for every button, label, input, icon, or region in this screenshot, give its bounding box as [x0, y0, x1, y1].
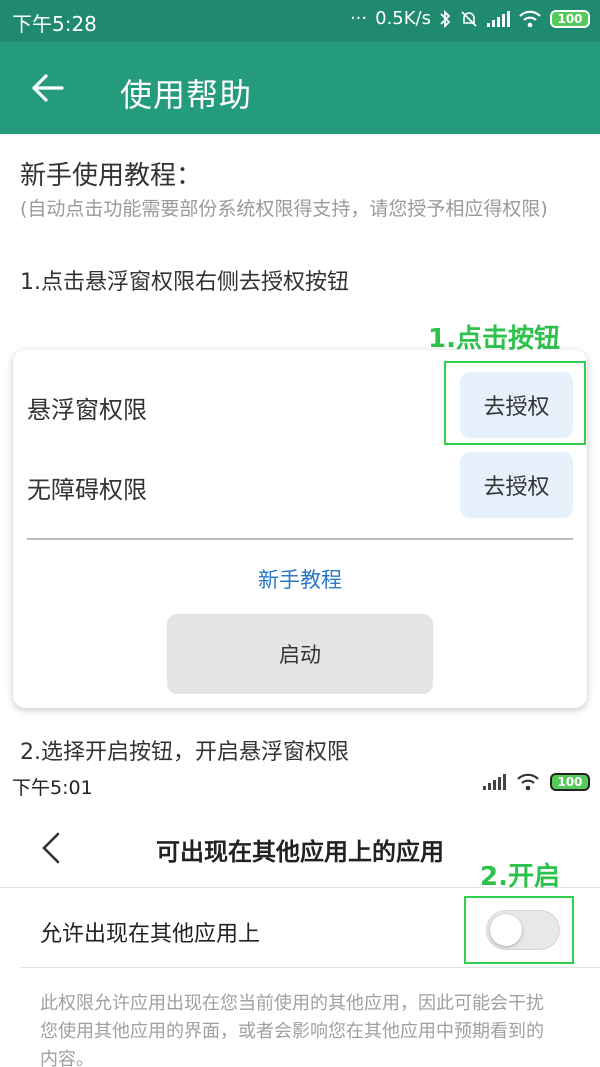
accessibility-grant-button[interactable]: 去授权 [460, 452, 573, 518]
network-speed: 0.5K/s [375, 8, 431, 29]
annotation-highlight-box [464, 896, 574, 964]
annotation-enable: 2.开启 [480, 862, 560, 892]
start-button[interactable]: 启动 [167, 614, 433, 694]
page-title: 使用帮助 [120, 76, 253, 114]
bluetooth-icon [440, 9, 451, 28]
wifi-icon [519, 10, 541, 27]
screenshot-status-icons: 100 [483, 773, 590, 791]
signal-icon [487, 10, 510, 27]
overlay-permission-label: 悬浮窗权限 [27, 396, 147, 424]
dots-icon: ··· [349, 8, 368, 29]
wifi-icon [517, 773, 539, 791]
divider [20, 967, 600, 968]
arrow-left-icon[interactable] [28, 68, 68, 108]
signal-icon [483, 774, 506, 790]
status-bar: 下午5:28 ··· 0.5K/s 100 [0, 0, 600, 42]
divider [27, 538, 573, 540]
tutorial-link[interactable]: 新手教程 [13, 564, 587, 594]
allow-overlay-label: 允许出现在其他应用上 [40, 922, 261, 947]
status-icons: ··· 0.5K/s 100 [350, 8, 590, 29]
step2-instruction: 2.选择开启按钮，开启悬浮窗权限 [20, 740, 349, 765]
annotation-highlight-box [444, 361, 586, 445]
step1-instruction: 1.点击悬浮窗权限右侧去授权按钮 [20, 270, 349, 295]
mute-icon [461, 10, 477, 27]
permission-description: 此权限允许应用出现在您当前使用的其他应用，因此可能会干扰您使用其他应用的界面，或… [40, 993, 544, 1067]
accessibility-permission-label: 无障碍权限 [27, 476, 147, 504]
tutorial-heading: 新手使用教程： [20, 161, 203, 191]
screenshot-status-time: 下午5:01 [12, 777, 93, 799]
status-time: 下午5:28 [12, 12, 97, 36]
app-bar: 使用帮助 [0, 42, 600, 134]
permission-note: (自动点击功能需要部份系统权限得支持，请您授予相应得权限) [20, 198, 548, 220]
battery-icon: 100 [550, 773, 590, 791]
battery-icon: 100 [550, 9, 590, 28]
